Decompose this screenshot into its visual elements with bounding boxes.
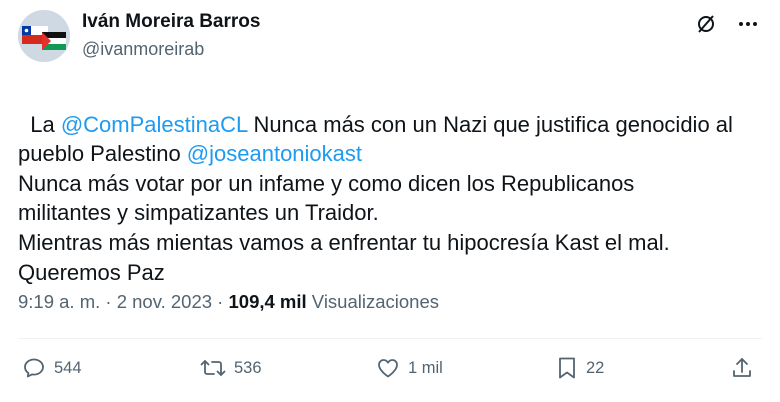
mention-link-compalestinacl[interactable]: @ComPalestinaCL (61, 112, 248, 137)
views-label: Visualizaciones (306, 291, 439, 312)
mention-link-joseantoniokast[interactable]: @joseantoniokast (187, 141, 362, 166)
repost-icon (200, 360, 226, 376)
action-bar: 544 536 1 mil 22 (18, 356, 762, 388)
user-handle[interactable]: @ivanmoreirab (82, 37, 260, 61)
meta-separator: · (100, 291, 117, 312)
tweet-header: Iván Moreira Barros @ivanmoreirab (18, 6, 762, 62)
reply-icon (24, 358, 44, 378)
display-name[interactable]: Iván Moreira Barros (82, 10, 260, 34)
share-icon (733, 358, 751, 377)
repost-button[interactable]: 536 (200, 356, 262, 380)
tweet-text: La @ComPalestinaCL Nunca más con un Nazi… (18, 80, 762, 287)
bookmark-count: 22 (586, 358, 605, 377)
more-icon[interactable] (736, 12, 760, 36)
tweet-text-segment: La (30, 111, 61, 137)
avatar-flags-image (18, 10, 70, 62)
repost-count: 536 (234, 358, 262, 377)
share-button[interactable] (730, 356, 754, 380)
bookmark-icon (559, 357, 575, 379)
grok-icon[interactable] (694, 12, 718, 36)
like-count: 1 mil (408, 358, 443, 377)
tweet-meta: 9:19 a. m. · 2 nov. 2023 · 109,4 mil Vis… (18, 290, 439, 314)
reply-count: 544 (54, 358, 82, 377)
avatar[interactable] (18, 10, 70, 62)
tweet-text-segment: Nunca más votar por un infame y como dic… (18, 170, 670, 285)
reply-button[interactable]: 544 (22, 356, 82, 380)
views-count: 109,4 mil (228, 291, 307, 312)
like-button[interactable]: 1 mil (376, 356, 443, 380)
heart-icon (378, 359, 398, 378)
meta-separator: · (212, 291, 229, 312)
tweet-time[interactable]: 9:19 a. m. (18, 291, 100, 312)
tweet-date[interactable]: 2 nov. 2023 (117, 291, 212, 312)
bookmark-button[interactable]: 22 (556, 356, 604, 380)
divider (18, 338, 762, 339)
